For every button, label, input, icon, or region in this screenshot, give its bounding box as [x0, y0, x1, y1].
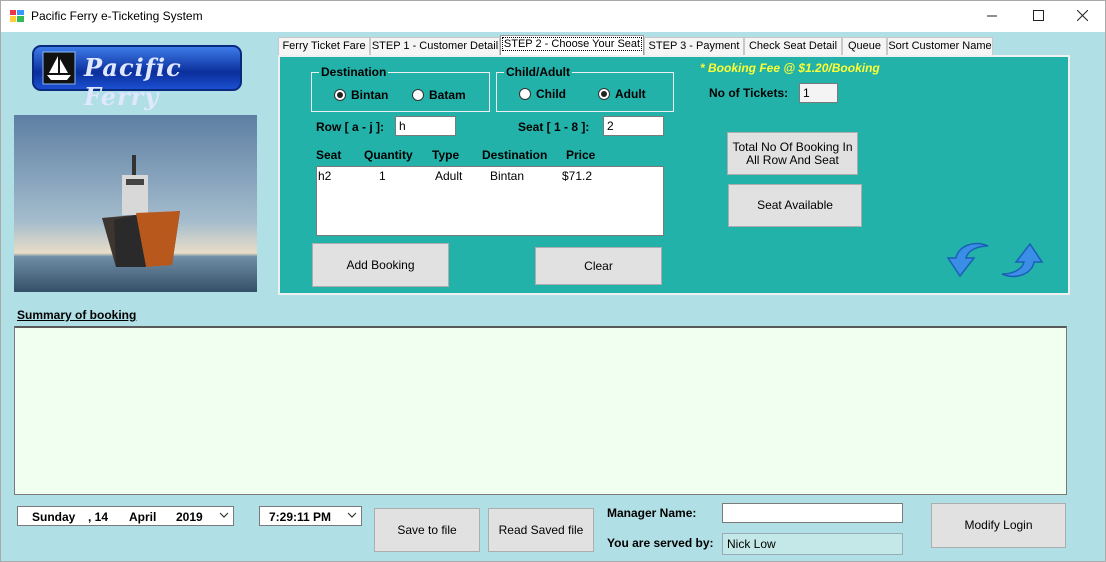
list-cell-price: $71.2 — [562, 169, 593, 183]
tab-label: Queue — [847, 40, 882, 52]
chevron-down-icon — [219, 512, 229, 518]
ship-logo-icon — [42, 51, 76, 85]
destination-group: Destination Bintan Batam — [311, 65, 490, 112]
radio-bintan[interactable]: Bintan — [334, 88, 388, 102]
date-month: April — [129, 510, 157, 524]
ship-photo — [14, 115, 257, 292]
served-by-label: You are served by: — [607, 536, 714, 550]
tab-ferry-ticket-fare[interactable]: Ferry Ticket Fare — [278, 37, 370, 55]
tab-sort-customer-name[interactable]: Sort Customer Name — [887, 37, 993, 55]
radio-label: Child — [536, 87, 566, 101]
radio-adult[interactable]: Adult — [598, 87, 646, 101]
row-label: Row [ a - j ]: — [316, 120, 384, 134]
time-value: 7:29:11 PM — [269, 510, 332, 524]
summary-label: Summary of booking — [17, 308, 137, 322]
back-arrow-icon[interactable] — [944, 240, 990, 280]
radio-child[interactable]: Child — [519, 87, 566, 101]
close-icon — [1076, 9, 1088, 22]
radio-label: Batam — [429, 88, 466, 102]
total-booking-line2: All Row And Seat — [746, 152, 839, 167]
seat-input[interactable]: 2 — [603, 116, 664, 136]
clear-button[interactable]: Clear — [535, 247, 662, 285]
radio-unchecked-icon — [519, 88, 531, 100]
title-bar: Pacific Ferry e-Ticketing System — [1, 1, 1105, 32]
row-input[interactable]: h — [395, 116, 456, 136]
date-date: , 14 — [88, 510, 109, 524]
modify-login-button[interactable]: Modify Login — [931, 503, 1066, 548]
tab-label: STEP 2 - Choose Your Seat — [501, 37, 643, 51]
col-type: Type — [432, 148, 460, 162]
tickets-input[interactable]: 1 — [799, 83, 838, 103]
radio-checked-icon — [598, 88, 610, 100]
list-cell-seat: h2 — [318, 169, 332, 183]
radio-checked-icon — [334, 89, 346, 101]
forward-arrow-icon[interactable] — [1000, 240, 1046, 280]
col-seat: Seat — [316, 148, 342, 162]
list-cell-type: Adult — [435, 169, 463, 183]
seat-available-button[interactable]: Seat Available — [728, 184, 862, 227]
summary-textbox[interactable] — [14, 326, 1067, 495]
manager-name-input[interactable] — [722, 503, 903, 523]
pacific-ferry-logo: Pacific Ferry — [32, 45, 242, 111]
tab-step1-customer-detail[interactable]: STEP 1 - Customer Detail — [370, 37, 500, 55]
booking-listbox[interactable]: h2 1 Adult Bintan $71.2 — [316, 166, 664, 236]
tab-step2-choose-seat[interactable]: STEP 2 - Choose Your Seat — [500, 35, 644, 55]
add-booking-button[interactable]: Add Booking — [312, 243, 449, 287]
served-by-value: Nick Low — [722, 533, 903, 555]
app-icon — [10, 10, 24, 22]
tab-check-seat-detail[interactable]: Check Seat Detail — [744, 37, 842, 55]
date-year: 2019 — [176, 510, 203, 524]
tab-label: Sort Customer Name — [888, 40, 992, 52]
chevron-down-icon — [347, 512, 357, 518]
seat-label: Seat [ 1 - 8 ]: — [518, 120, 590, 134]
read-saved-file-button[interactable]: Read Saved file — [488, 508, 594, 552]
date-picker[interactable]: Sunday , 14 April 2019 — [17, 506, 234, 526]
radio-label: Adult — [615, 87, 646, 101]
minimize-button[interactable] — [969, 1, 1015, 32]
tab-label: Check Seat Detail — [748, 40, 838, 52]
radio-batam[interactable]: Batam — [412, 88, 466, 102]
tab-label: STEP 3 - Payment — [648, 40, 740, 52]
destination-legend: Destination — [319, 65, 389, 79]
tab-step3-payment[interactable]: STEP 3 - Payment — [644, 37, 744, 55]
col-price: Price — [566, 148, 596, 162]
radio-label: Bintan — [351, 88, 389, 102]
save-to-file-button[interactable]: Save to file — [374, 508, 480, 552]
child-adult-legend: Child/Adult — [504, 65, 572, 79]
tab-label: STEP 1 - Customer Detail — [371, 40, 499, 52]
minimize-icon — [987, 15, 997, 17]
tab-queue[interactable]: Queue — [842, 37, 887, 55]
manager-name-label: Manager Name: — [607, 506, 697, 520]
col-quantity: Quantity — [364, 148, 413, 162]
total-booking-line1: Total No Of Booking In — [732, 139, 853, 154]
tickets-label: No of Tickets: — [709, 86, 789, 100]
window-title: Pacific Ferry e-Ticketing System — [31, 9, 203, 23]
child-adult-group: Child/Adult Child Adult — [496, 65, 674, 112]
time-picker[interactable]: 7:29:11 PM — [259, 506, 362, 526]
choose-seat-panel: Destination Bintan Batam Child/Adult Chi… — [278, 55, 1070, 295]
maximize-icon — [1032, 10, 1044, 21]
list-cell-destination: Bintan — [490, 169, 525, 183]
close-button[interactable] — [1059, 1, 1105, 32]
maximize-button[interactable] — [1015, 1, 1061, 32]
tab-label: Ferry Ticket Fare — [282, 40, 366, 52]
total-booking-button[interactable]: Total No Of Booking In All Row And Seat — [727, 132, 858, 175]
date-day: Sunday — [32, 510, 76, 524]
col-destination: Destination — [482, 148, 548, 162]
booking-fee-note: * Booking Fee @ $1.20/Booking — [700, 61, 880, 75]
logo-text: Pacific Ferry — [84, 53, 182, 111]
radio-unchecked-icon — [412, 89, 424, 101]
list-cell-quantity: 1 — [379, 169, 386, 183]
app-window: Pacific Ferry e-Ticketing System Pacific… — [0, 0, 1106, 562]
